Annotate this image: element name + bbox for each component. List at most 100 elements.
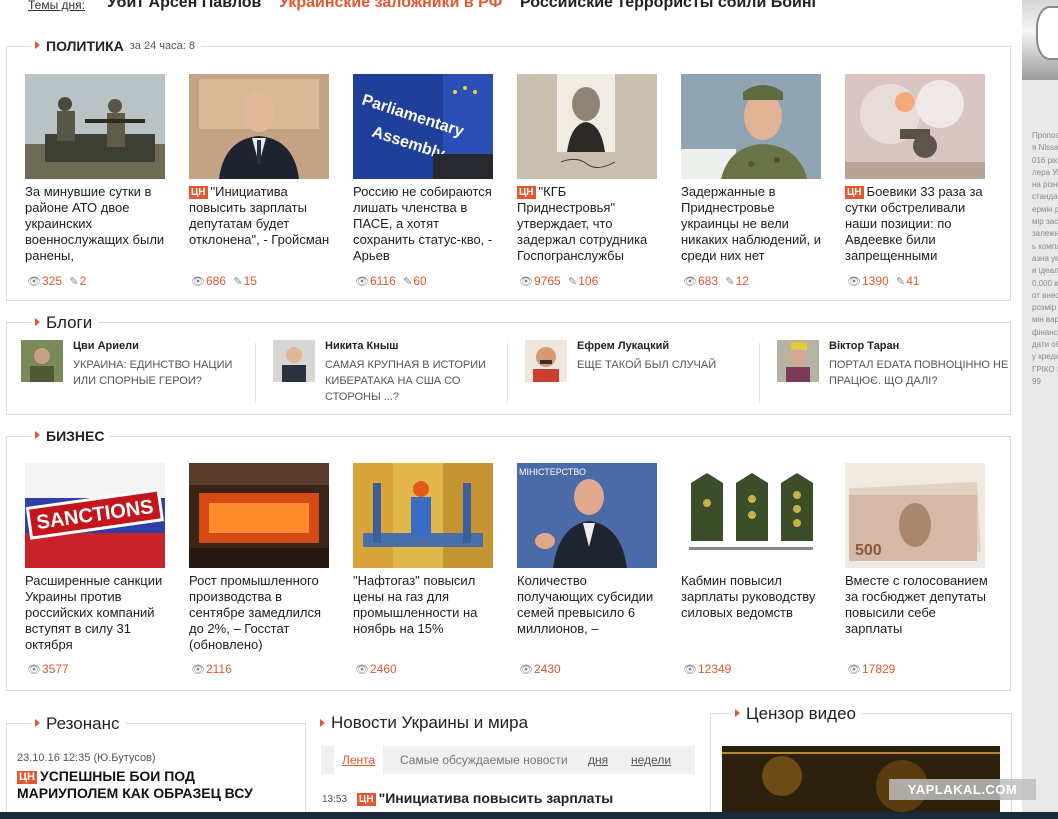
section-arrow-icon bbox=[735, 709, 740, 717]
shelling-photo[interactable] bbox=[845, 74, 985, 179]
comments-count[interactable]: 60 bbox=[413, 274, 426, 288]
minister-photo[interactable]: МІНІСТЕРСТВО bbox=[517, 463, 657, 568]
politics-card-title[interactable]: Россию не собираются лишать членства в П… bbox=[353, 184, 498, 264]
business-card-stats: 👁2430 bbox=[519, 662, 561, 676]
resonance-header: Резонанс bbox=[31, 714, 126, 734]
views-count: 683 bbox=[697, 274, 718, 288]
detained-portrait-photo[interactable] bbox=[517, 74, 657, 179]
politics-card-title[interactable]: ЦН Боевики 33 раза за сутки обстреливали … bbox=[845, 184, 990, 264]
politics-card[interactable]: ЦН "Инициатива повысить зарплаты депутата… bbox=[189, 74, 334, 288]
banknote-denomination: 500 bbox=[855, 542, 882, 559]
politics-card[interactable]: ЦН "КГБ Приднестровья" утверждает, что за… bbox=[517, 74, 662, 288]
news-section: Новости Украины и мира Лента Самые обсуж… bbox=[320, 713, 700, 819]
news-item-title[interactable]: "Инициатива повысить зарплаты bbox=[379, 790, 614, 806]
views-eye-icon: 👁 bbox=[191, 664, 205, 676]
politics-card-title[interactable]: ЦН "КГБ Приднестровья" утверждает, что за… bbox=[517, 184, 662, 264]
soldiers-photo[interactable] bbox=[25, 74, 165, 179]
business-card[interactable]: "Нафтогаз" повысил цены на газ для промы… bbox=[353, 463, 498, 676]
views-count: 3577 bbox=[41, 662, 69, 676]
views-eye-icon: 👁 bbox=[847, 664, 861, 676]
section-arrow-icon bbox=[35, 40, 40, 49]
tab-feed[interactable]: Лента bbox=[334, 746, 384, 774]
business-card-title[interactable]: Расширенные санкции Украины против росси… bbox=[25, 573, 170, 653]
avatar[interactable] bbox=[273, 340, 315, 382]
news-title[interactable]: Новости Украины и мира bbox=[331, 713, 528, 732]
topic-link-3[interactable]: Российские террористы сбили Боинг bbox=[520, 0, 818, 11]
blog-author[interactable]: Никита Кныш bbox=[325, 340, 398, 352]
comments-count[interactable]: 12 bbox=[736, 274, 749, 288]
cn-badge: ЦН bbox=[845, 186, 864, 199]
section-arrow-icon bbox=[35, 318, 40, 326]
business-section: БИЗНЕС SANCTIONS Расширенные санкции Укр… bbox=[6, 427, 1011, 691]
blog-post-title[interactable]: САМАЯ КРУПНАЯ В ИСТОРИИ КИБЕРАТАКА НА СШ… bbox=[325, 357, 515, 405]
cn-badge: ЦН bbox=[17, 771, 37, 784]
business-card-title[interactable]: Рост промышленного производства в сентяб… bbox=[189, 573, 334, 653]
blog-post-title[interactable]: ПОРТАЛ EDATA ПОВНОЦІННО НЕ ПРАЦЮЄ. ЩО ДА… bbox=[829, 357, 1009, 389]
groysman-photo[interactable] bbox=[189, 74, 329, 179]
politics-card[interactable]: Задержанные в Приднестровье украинцы не … bbox=[681, 74, 826, 288]
politics-card[interactable]: ЦН Боевики 33 раза за сутки обстреливали … bbox=[845, 74, 990, 288]
banknotes-photo[interactable]: 500 bbox=[845, 463, 985, 568]
blog-post-title[interactable]: УКРАИНА: ЕДИНСТВО НАЦИИ ИЛИ СПОРНЫЕ ГЕРО… bbox=[73, 357, 258, 389]
ministry-sign-text: МІНІСТЕРСТВО bbox=[519, 467, 586, 477]
gas-worker-photo[interactable] bbox=[353, 463, 493, 568]
politics-card-title[interactable]: За минувшие сутки в районе АТО двое укра… bbox=[25, 184, 170, 264]
steel-mill-photo[interactable] bbox=[189, 463, 329, 568]
tab-week[interactable]: недели bbox=[631, 753, 671, 767]
blogs-title[interactable]: Блоги bbox=[46, 313, 92, 332]
politics-section: ПОЛИТИКА за 24 часа: 8 За минувшие сутки … bbox=[6, 37, 1011, 301]
business-title[interactable]: БИЗНЕС bbox=[46, 428, 104, 444]
tab-most-discussed[interactable]: Самые обсуждаемые новости bbox=[400, 753, 568, 767]
avatar[interactable] bbox=[525, 340, 567, 382]
avatar[interactable] bbox=[21, 340, 63, 382]
views-eye-icon: 👁 bbox=[847, 276, 861, 288]
comments-count[interactable]: 41 bbox=[906, 274, 919, 288]
politics-title[interactable]: ПОЛИТИКА bbox=[46, 38, 124, 54]
business-card[interactable]: 500 Вместе с голосованием за госбюджет д… bbox=[845, 463, 990, 676]
topics-label[interactable]: Темы дня: bbox=[28, 0, 85, 11]
border-guard-photo[interactable] bbox=[681, 74, 821, 179]
blog-author[interactable]: Цви Ариели bbox=[73, 340, 139, 352]
business-card-title[interactable]: Количество получающих субсидии семей пре… bbox=[517, 573, 662, 653]
news-item[interactable]: 13:53 ЦН "Инициатива повысить зарплаты bbox=[322, 789, 692, 810]
epaulettes-photo[interactable] bbox=[681, 463, 821, 568]
resonance-title[interactable]: Резонанс bbox=[46, 714, 119, 733]
business-card-stats: 👁2116 bbox=[191, 662, 232, 676]
comments-count[interactable]: 106 bbox=[578, 274, 598, 288]
sanctions-photo[interactable]: SANCTIONS bbox=[25, 463, 165, 568]
politics-card-title[interactable]: Задержанные в Приднестровье украинцы не … bbox=[681, 184, 826, 264]
business-card-title[interactable]: "Нафтогаз" повысил цены на газ для промы… bbox=[353, 573, 498, 653]
politics-card-title[interactable]: ЦН "Инициатива повысить зарплаты депутата… bbox=[189, 184, 334, 264]
business-card-stats: 👁3577 bbox=[27, 662, 69, 676]
blog-author[interactable]: Віктор Таран bbox=[829, 340, 899, 352]
side-advert[interactable]: Пропозиція Nissan 2016 рік дилера Україн… bbox=[1022, 0, 1058, 819]
advert-car-image[interactable] bbox=[1022, 0, 1058, 80]
business-card-title[interactable]: Кабмин повысил зарплаты руководству сило… bbox=[681, 573, 826, 653]
tab-day[interactable]: дня bbox=[588, 753, 608, 767]
business-card-title[interactable]: Вместе с голосованием за госбюджет депут… bbox=[845, 573, 990, 653]
business-card[interactable]: Кабмин повысил зарплаты руководству сило… bbox=[681, 463, 826, 676]
views-eye-icon: 👁 bbox=[27, 276, 41, 288]
comments-count[interactable]: 2 bbox=[80, 274, 87, 288]
politics-card[interactable]: За минувшие сутки в районе АТО двое укра… bbox=[25, 74, 170, 288]
comments-count[interactable]: 15 bbox=[244, 274, 257, 288]
views-eye-icon: 👁 bbox=[683, 664, 697, 676]
business-card[interactable]: Рост промышленного производства в сентяб… bbox=[189, 463, 334, 676]
topic-link-1[interactable]: Убит Арсен Павлов bbox=[107, 0, 261, 11]
pace-assembly-photo[interactable]: Parliamentary Assembly bbox=[353, 74, 493, 179]
video-header: Цензор видео bbox=[731, 704, 863, 724]
divider bbox=[759, 343, 760, 403]
blog-post-title[interactable]: ЕЩЕ ТАКОЙ БЫЛ СЛУЧАЙ bbox=[577, 357, 762, 373]
views-eye-icon: 👁 bbox=[191, 276, 205, 288]
topic-link-2[interactable]: Украинские заложники в РФ bbox=[279, 0, 502, 11]
blog-author[interactable]: Ефрем Лукацкий bbox=[577, 340, 669, 352]
avatar[interactable] bbox=[777, 340, 819, 382]
resonance-author: (Ю.Бутусов) bbox=[93, 752, 156, 764]
business-card[interactable]: SANCTIONS Расширенные санкции Украины пр… bbox=[25, 463, 170, 676]
divider bbox=[507, 343, 508, 403]
resonance-headline[interactable]: ЦН УСПЕШНЫЕ БОИ ПОД МАРИУПОЛЕМ КАК ОБРАЗЕ… bbox=[17, 768, 297, 801]
comments-icon: ✎ bbox=[725, 276, 735, 288]
video-title[interactable]: Цензор видео bbox=[746, 704, 856, 723]
business-card[interactable]: МІНІСТЕРСТВО Количество получающих субси… bbox=[517, 463, 662, 676]
politics-card[interactable]: Parliamentary Assembly Россию не собираю… bbox=[353, 74, 498, 288]
